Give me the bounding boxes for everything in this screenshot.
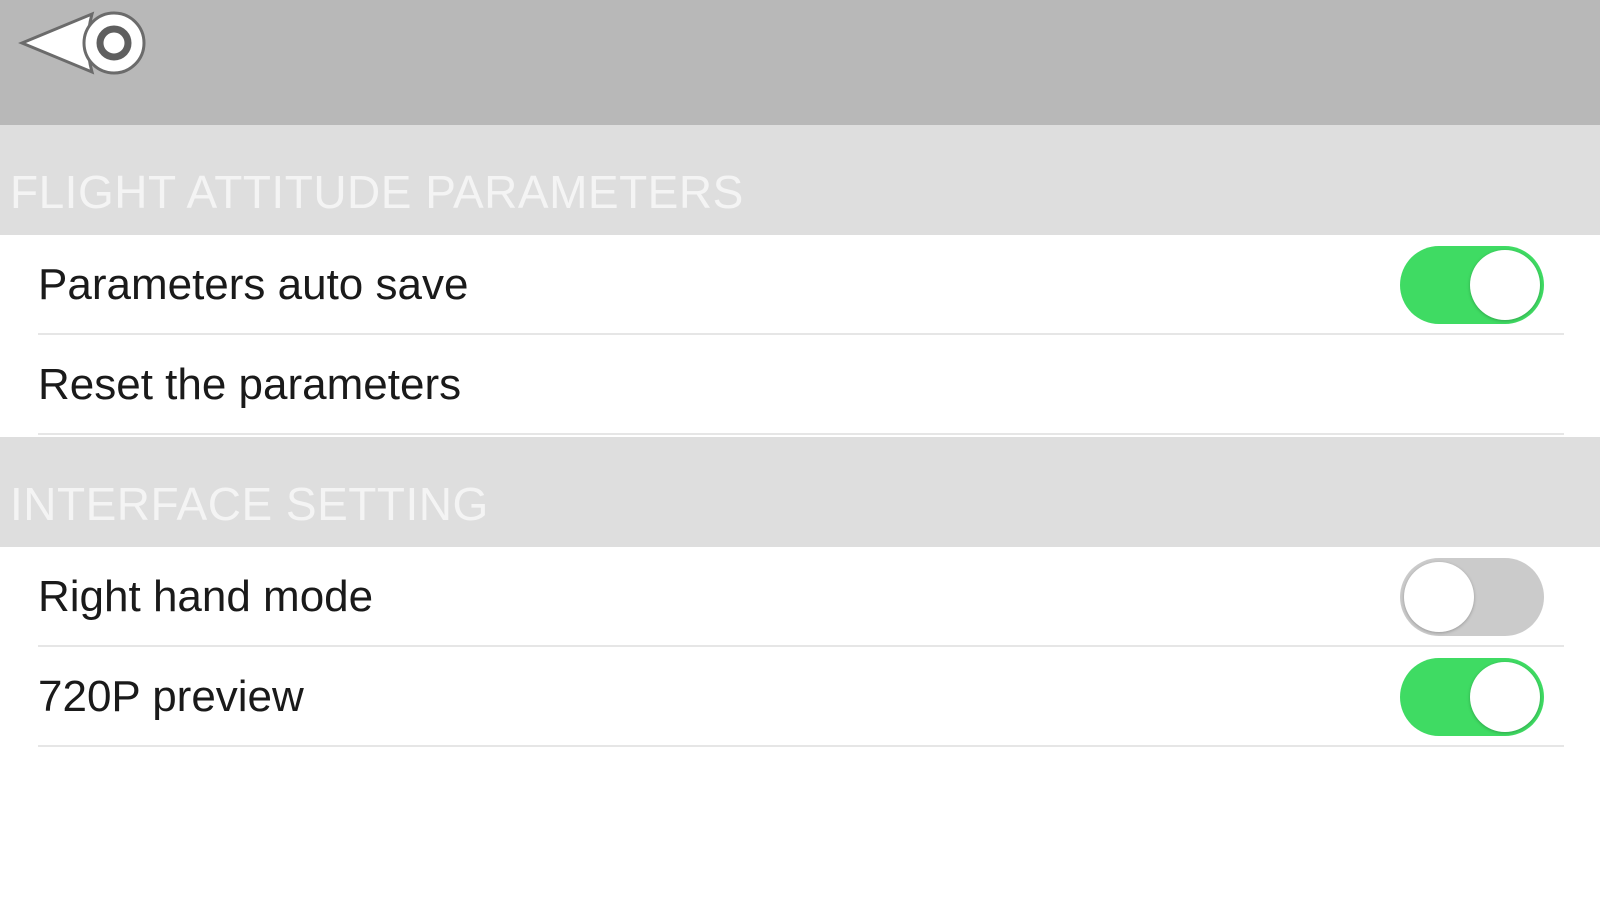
back-arrow-eye-icon: [18, 11, 146, 75]
divider: [38, 433, 1564, 435]
top-bar: [0, 0, 1600, 125]
setting-row-720p-preview[interactable]: 720P preview: [0, 647, 1600, 747]
section-header-interface-setting: INTERFACE SETTING: [0, 437, 1600, 547]
section-title: FLIGHT ATTITUDE PARAMETERS: [10, 166, 744, 218]
720p-preview-toggle[interactable]: [1400, 658, 1544, 736]
toggle-knob: [1404, 562, 1474, 632]
back-button[interactable]: [18, 8, 150, 78]
parameters-auto-save-toggle[interactable]: [1400, 246, 1544, 324]
setting-row-right-hand-mode[interactable]: Right hand mode: [0, 547, 1600, 647]
setting-label: Reset the parameters: [38, 360, 462, 409]
section-title: INTERFACE SETTING: [10, 478, 489, 530]
divider: [38, 745, 1564, 747]
toggle-knob: [1470, 250, 1540, 320]
setting-label: 720P preview: [38, 672, 304, 721]
right-hand-mode-toggle[interactable]: [1400, 558, 1544, 636]
setting-label: Right hand mode: [38, 572, 374, 621]
section-header-flight-attitude: FLIGHT ATTITUDE PARAMETERS: [0, 125, 1600, 235]
setting-label: Parameters auto save: [38, 260, 469, 309]
setting-row-parameters-auto-save[interactable]: Parameters auto save: [0, 235, 1600, 335]
setting-row-reset-parameters[interactable]: Reset the parameters: [0, 335, 1600, 435]
toggle-knob: [1470, 662, 1540, 732]
